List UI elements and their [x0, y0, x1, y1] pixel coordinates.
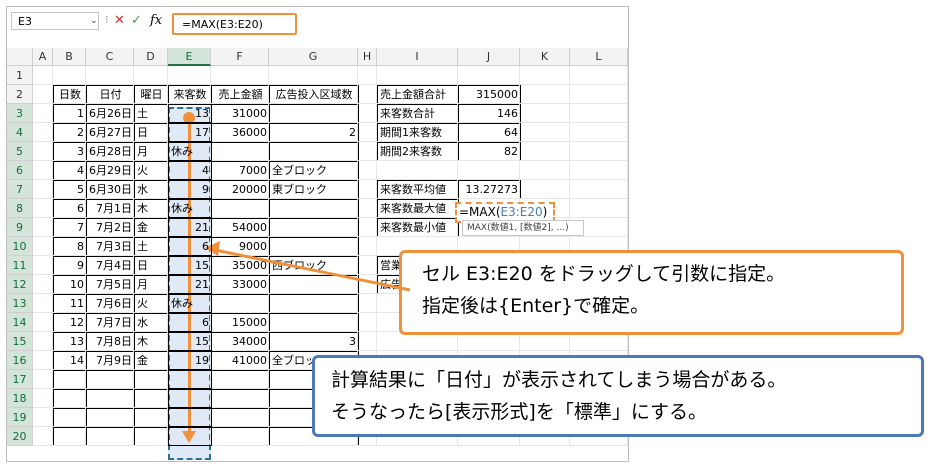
table-cell-empty[interactable] — [168, 389, 212, 408]
table-cell[interactable]: 15 — [168, 256, 212, 275]
table-cell-empty[interactable] — [168, 408, 212, 427]
table-cell[interactable]: 9 — [168, 180, 212, 199]
table-cell-empty[interactable] — [168, 427, 212, 446]
table-cell[interactable]: 休み — [168, 294, 212, 313]
table-cell[interactable]: 13 — [168, 104, 212, 123]
table-cell[interactable]: 4 — [168, 161, 212, 180]
table-cell[interactable]: 6 — [168, 313, 212, 332]
table-cell[interactable]: 15 — [168, 332, 212, 351]
table-cell[interactable]: 21 — [168, 218, 212, 237]
table-cell[interactable]: 休み — [168, 199, 212, 218]
edit-formula: =MAX(E3:E20) — [459, 205, 548, 219]
table-cell[interactable]: 19 — [168, 351, 212, 370]
table-cell[interactable]: 6 — [168, 237, 212, 256]
function-tooltip[interactable]: MAX(数値1, [数値2], ...) — [462, 220, 584, 236]
table-cell-empty[interactable] — [168, 370, 212, 389]
table-cell[interactable]: 17 — [168, 123, 212, 142]
table-cell[interactable]: 21 — [168, 275, 212, 294]
table-cell[interactable]: 休み — [168, 142, 212, 161]
